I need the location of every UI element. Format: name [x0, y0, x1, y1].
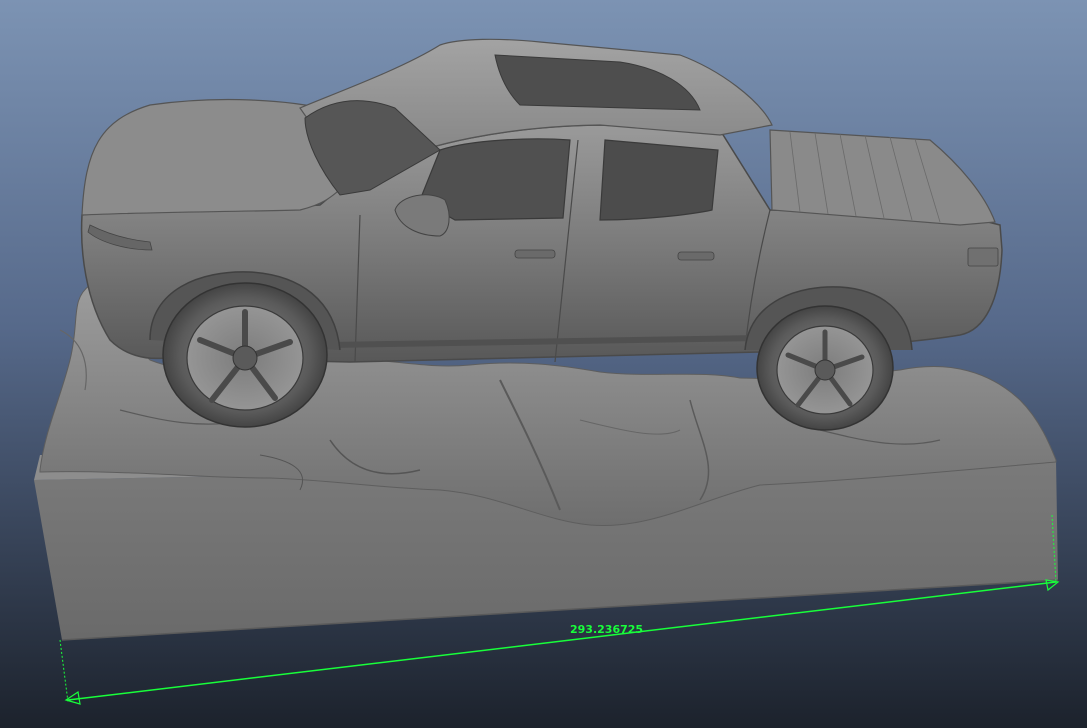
3d-viewport[interactable]: 293.236725 — [0, 0, 1087, 728]
truck-rear-window — [599, 139, 719, 221]
rear-door-handle — [677, 251, 715, 261]
truck-tail-light — [967, 247, 999, 267]
truck-front-wheel[interactable] — [162, 282, 328, 428]
truck-rear-wheel[interactable] — [756, 305, 894, 431]
front-door-handle — [514, 249, 556, 259]
scene-render[interactable]: 293.236725 — [0, 0, 1087, 728]
measure-value-label: 293.236725 — [570, 623, 643, 636]
